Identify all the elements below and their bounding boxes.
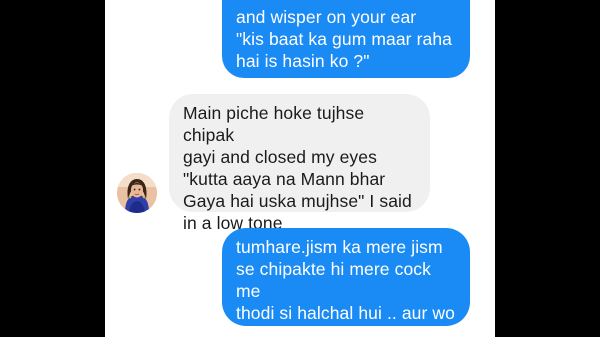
message-bubble-sent: tumhare.jism ka mere jism se chipakte hi… — [222, 228, 470, 337]
message-bubble-received: Main piche hoke tujhse chipak gayi and c… — [169, 94, 430, 233]
video-frame: and wisper on your ear "kis baat ka gum … — [0, 0, 600, 337]
user-avatar-photo-icon — [117, 173, 157, 213]
avatar[interactable] — [117, 173, 157, 213]
message-bubble-sent: and wisper on your ear "kis baat ka gum … — [222, 0, 470, 78]
chat-thread: and wisper on your ear "kis baat ka gum … — [105, 0, 495, 337]
